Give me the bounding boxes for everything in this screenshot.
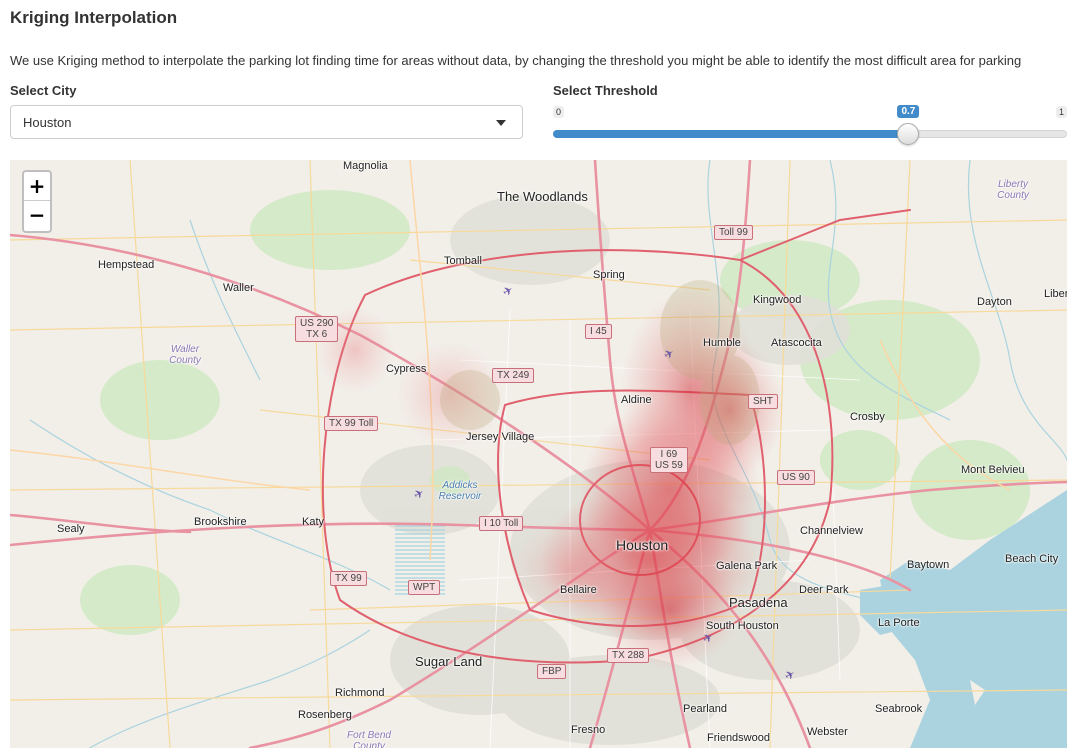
county-label: Waller County — [169, 344, 201, 366]
place-label: Crosby — [850, 411, 885, 423]
slider-fill — [553, 130, 909, 138]
place-label: Magnolia — [343, 160, 388, 172]
place-label: Beach City — [1005, 553, 1059, 565]
highway-shield: I 69 US 59 — [650, 447, 688, 473]
kriging-map[interactable]: + − Magnolia The Woodlands Hempstead Wal… — [10, 160, 1067, 748]
water-label: Addicks Reservoir — [438, 480, 482, 502]
place-label: Rosenberg — [298, 709, 352, 721]
place-label: La Porte — [878, 617, 920, 629]
county-label: Fort Bend County — [347, 730, 391, 748]
place-label: Bellaire — [560, 584, 597, 596]
place-label: Aldine — [621, 394, 652, 406]
threshold-label: Select Threshold — [553, 83, 658, 98]
highway-shield: TX 99 — [330, 571, 367, 586]
highway-shield: I 45 — [585, 324, 612, 339]
place-label: Atascocita — [771, 337, 822, 349]
place-label: Brookshire — [194, 516, 247, 528]
place-label: Fresno — [571, 724, 606, 736]
place-label: Richmond — [335, 687, 385, 699]
place-label: Katy — [302, 516, 325, 528]
highway-shield: TX 249 — [492, 368, 535, 383]
place-label: Jersey Village — [466, 431, 535, 443]
place-label: Pearland — [683, 703, 728, 715]
place-label: Baytown — [907, 559, 950, 571]
highway-shield: TX 99 Toll — [324, 416, 379, 431]
place-label: Houston — [616, 537, 669, 553]
zoom-control: + − — [22, 170, 52, 233]
place-label: South Houston — [706, 620, 779, 632]
place-label: Kingwood — [753, 294, 802, 306]
place-label: Channelview — [800, 525, 863, 537]
place-label: Deer Park — [799, 584, 849, 596]
highway-shield: SHT — [748, 394, 778, 409]
highway-shield: Toll 99 — [714, 225, 753, 240]
highway-shield: US 90 — [777, 470, 815, 485]
map-tiles — [10, 160, 1067, 748]
place-label: Humble — [703, 337, 741, 349]
slider-handle[interactable] — [897, 123, 920, 145]
highway-shield: FBP — [537, 664, 567, 679]
highway-shield: I 10 Toll — [479, 516, 524, 531]
place-label: Friendswood — [707, 732, 770, 744]
place-label: Hempstead — [98, 259, 155, 271]
threshold-slider[interactable]: 0 1 0.7 — [553, 104, 1067, 145]
chevron-down-icon[interactable] — [496, 120, 506, 126]
slider-min-label: 0 — [553, 106, 565, 118]
place-label: Webster — [807, 726, 848, 738]
place-label: Liber — [1044, 288, 1067, 300]
place-label: Galena Park — [716, 560, 778, 572]
highway-shield: TX 288 — [607, 648, 650, 663]
city-select[interactable]: Houston — [10, 105, 523, 139]
place-label: Dayton — [977, 296, 1012, 308]
place-label: Sealy — [57, 523, 85, 535]
place-label: Pasadena — [729, 595, 788, 610]
city-select-value: Houston — [23, 115, 72, 130]
place-label: Seabrook — [875, 703, 923, 715]
place-label: Cypress — [386, 363, 427, 375]
place-label: The Woodlands — [497, 189, 588, 204]
page-description: We use Kriging method to interpolate the… — [10, 53, 1022, 68]
place-label: Sugar Land — [415, 654, 483, 669]
zoom-in-button[interactable]: + — [24, 172, 50, 201]
place-label: Mont Belvieu — [961, 464, 1025, 476]
place-label: Tomball — [444, 255, 482, 267]
place-label: Waller — [223, 282, 254, 294]
city-select-label: Select City — [10, 83, 77, 98]
place-label: Spring — [593, 269, 625, 281]
page-title: Kriging Interpolation — [10, 8, 178, 27]
highway-shield: US 290 TX 6 — [295, 316, 339, 342]
county-label: Liberty County — [997, 179, 1029, 201]
slider-value-label: 0.7 — [897, 105, 920, 118]
zoom-out-button[interactable]: − — [24, 201, 50, 230]
slider-max-label: 1 — [1055, 106, 1067, 118]
highway-shield: WPT — [408, 580, 441, 595]
